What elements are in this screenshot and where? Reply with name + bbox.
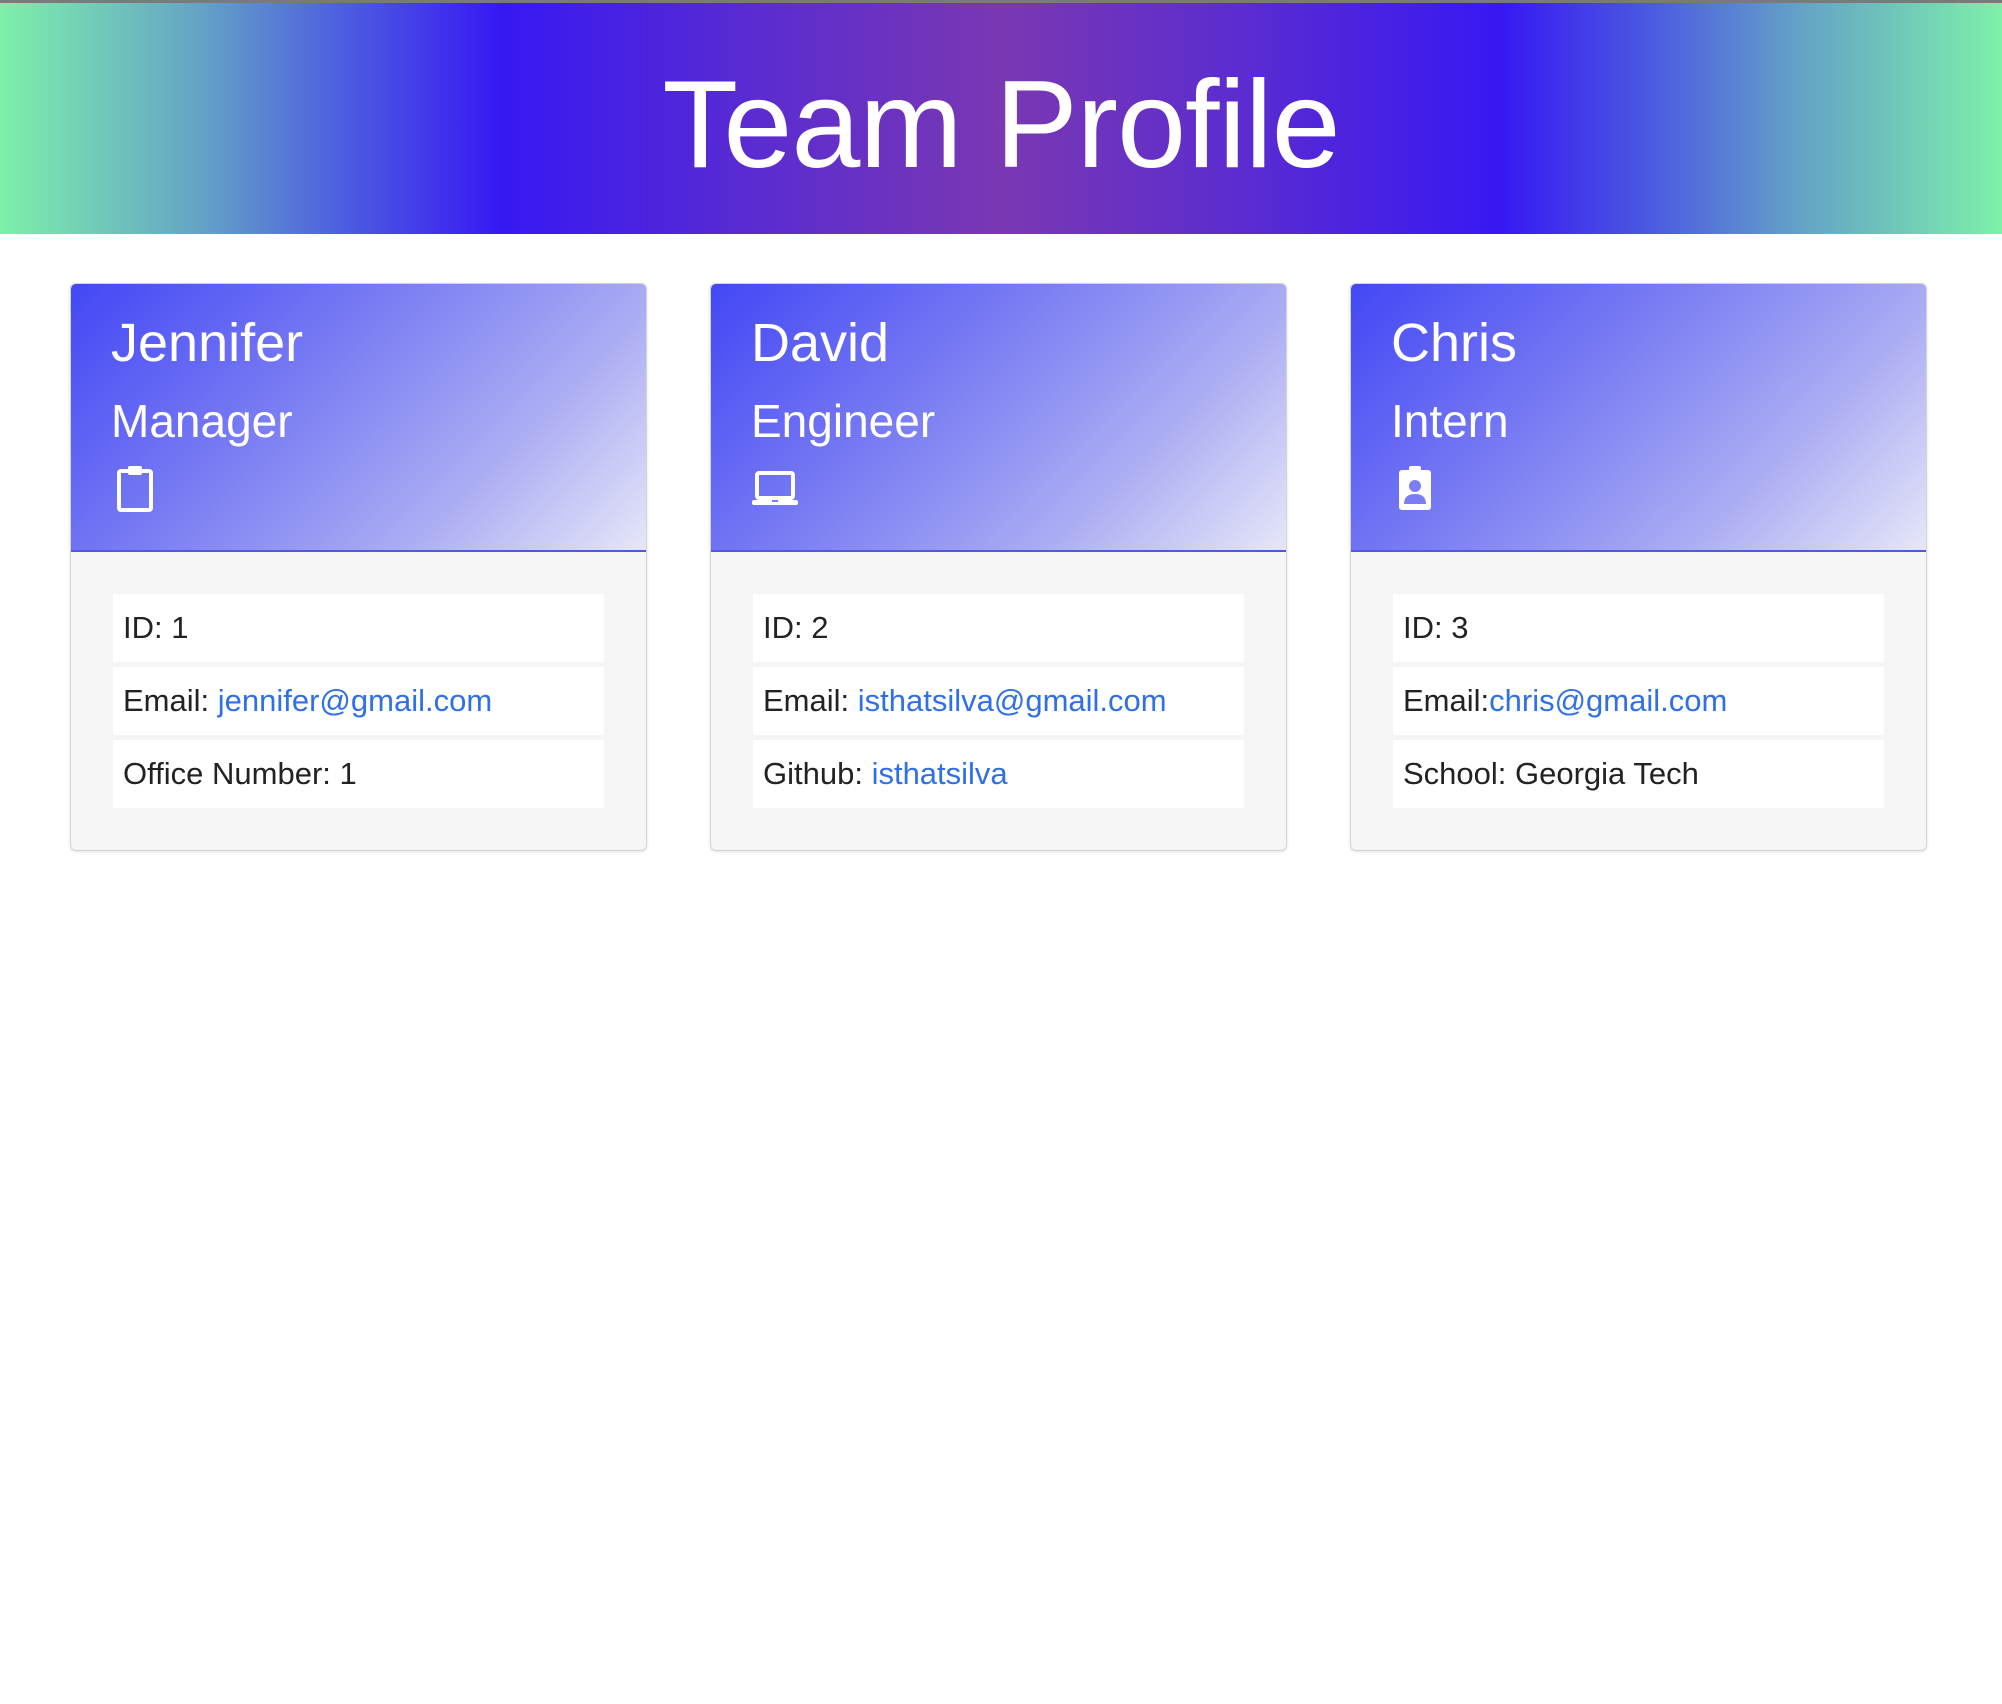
employee-card-manager: Jennifer Manager ID: 1 Email: jennifer@g…: [70, 283, 647, 851]
card-header: Chris Intern: [1351, 284, 1926, 552]
id-text: ID: 2: [763, 610, 829, 645]
laptop-icon: [752, 471, 798, 505]
github-label: Github:: [763, 756, 872, 791]
employee-email: Email: jennifer@gmail.com: [113, 667, 604, 735]
hero-banner: Team Profile: [0, 0, 2002, 234]
info-list: ID: 3 Email:chris@gmail.com School: Geor…: [1393, 594, 1884, 813]
employee-email: Email:chris@gmail.com: [1393, 667, 1884, 735]
card-header: Jennifer Manager: [71, 284, 646, 552]
id-badge-icon: [1399, 466, 1431, 510]
employee-card-engineer: David Engineer ID: 2 Email: isthatsilva@…: [710, 283, 1287, 851]
email-label: Email:: [123, 683, 218, 718]
employee-name: Jennifer: [111, 313, 304, 373]
email-link[interactable]: chris@gmail.com: [1489, 683, 1727, 718]
employee-card-intern: Chris Intern ID: 3 Email:chris@gmail.com…: [1350, 283, 1927, 851]
github-link[interactable]: isthatsilva: [872, 756, 1008, 791]
employee-id: ID: 1: [113, 594, 604, 662]
employee-role: Manager: [111, 395, 293, 447]
employee-name: Chris: [1391, 313, 1518, 373]
info-list: ID: 1 Email: jennifer@gmail.com Office N…: [113, 594, 604, 813]
school: School: Georgia Tech: [1393, 740, 1884, 808]
info-list: ID: 2 Email: isthatsilva@gmail.com Githu…: [753, 594, 1244, 813]
email-label: Email:: [1403, 683, 1490, 718]
school-text: School: Georgia Tech: [1403, 756, 1699, 791]
email-label: Email:: [763, 683, 858, 718]
email-link[interactable]: isthatsilva@gmail.com: [858, 683, 1167, 718]
email-link[interactable]: jennifer@gmail.com: [218, 683, 492, 718]
office-number-text: Office Number: 1: [123, 756, 357, 791]
employee-id: ID: 3: [1393, 594, 1884, 662]
card-header: David Engineer: [711, 284, 1286, 552]
id-text: ID: 1: [123, 610, 189, 645]
id-text: ID: 3: [1403, 610, 1469, 645]
page-title: Team Profile: [662, 56, 1340, 194]
office-number: Office Number: 1: [113, 740, 604, 808]
employee-email: Email: isthatsilva@gmail.com: [753, 667, 1244, 735]
employee-name: David: [751, 313, 890, 373]
employee-role: Engineer: [751, 395, 936, 447]
github: Github: isthatsilva: [753, 740, 1244, 808]
employee-id: ID: 2: [753, 594, 1244, 662]
clipboard-icon: [117, 466, 153, 512]
employee-role: Intern: [1391, 395, 1509, 447]
